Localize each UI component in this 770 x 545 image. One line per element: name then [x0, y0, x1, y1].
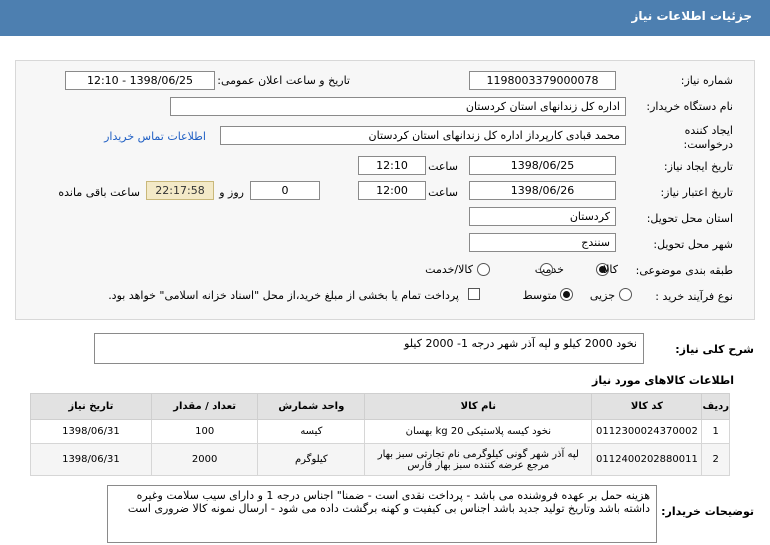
buyer-contact-link[interactable]: اطلاعات تماس خریدار: [104, 130, 206, 143]
row-number: 2: [701, 443, 730, 476]
category-goods-service-label: کالا/خدمت: [425, 263, 473, 276]
creation-time-field[interactable]: 12:10: [358, 156, 426, 175]
col-name-header: نام کالا: [364, 393, 593, 420]
announce-datetime-label: تاریخ و ساعت اعلان عمومی:: [217, 74, 350, 87]
category-goods-service-radio[interactable]: [477, 263, 490, 276]
process-minor-radio[interactable]: [619, 288, 632, 301]
process-medium-label: متوسط: [522, 289, 557, 302]
goods-code: 0112300024370002: [591, 419, 703, 444]
days-label: روز و: [219, 186, 244, 199]
city-label: شهر محل تحویل:: [653, 238, 733, 251]
treasury-payment-note: پرداخت تمام یا بخشی از مبلغ خرید،از محل …: [108, 289, 459, 302]
remaining-days-field[interactable]: 0: [250, 181, 320, 200]
city-field[interactable]: سنندج: [469, 233, 616, 252]
page-header: جزئیات اطلاعات نیاز: [0, 0, 770, 36]
goods-quantity: 100: [150, 419, 259, 444]
validity-date-field[interactable]: 1398/06/26: [469, 181, 616, 200]
validity-time-field[interactable]: 12:00: [358, 181, 426, 200]
goods-name: نخود کیسه پلاستیکی 20 kg بهسان: [364, 419, 593, 444]
col-code-header: کد کالا: [591, 393, 703, 420]
summary-field[interactable]: نخود 2000 کیلو و لپه آذر شهر درجه 1- 200…: [94, 333, 644, 364]
goods-need-date: 1398/06/31: [30, 419, 152, 444]
announce-datetime-field[interactable]: 1398/06/25 - 12:10: [65, 71, 215, 90]
row-number: 1: [701, 419, 730, 444]
goods-unit: کیسه: [257, 419, 366, 444]
col-date-header: تاریخ نیاز: [30, 393, 152, 420]
process-label: نوع فرآیند خرید :: [655, 290, 733, 303]
goods-need-date: 1398/06/31: [30, 443, 152, 476]
creation-time-label: ساعت: [428, 160, 458, 173]
treasury-payment-checkbox[interactable]: [468, 288, 480, 300]
creation-date-field[interactable]: 1398/06/25: [469, 156, 616, 175]
goods-section-title: اطلاعات کالاهای مورد نیاز: [592, 374, 734, 387]
goods-table: ردیف کد کالا نام کالا واحد شمارش تعداد /…: [30, 393, 730, 476]
summary-label: شرح کلی نیاز:: [675, 343, 754, 356]
table-row: 1 0112300024370002 نخود کیسه پلاستیکی 20…: [30, 419, 730, 444]
category-service-label: خدمت: [534, 263, 564, 276]
page-title: جزئیات اطلاعات نیاز: [631, 9, 752, 23]
goods-name: لپه آذر شهر گونی کیلوگرمی نام تجارتی سبز…: [364, 443, 593, 476]
need-number-field[interactable]: 1198003379000078: [469, 71, 616, 90]
buyer-notes-field[interactable]: هزینه حمل بر عهده فروشنده می باشد - پردا…: [107, 485, 657, 543]
goods-table-header: ردیف کد کالا نام کالا واحد شمارش تعداد /…: [30, 393, 730, 420]
category-goods-label: کالا: [603, 263, 618, 276]
remaining-time-label: ساعت باقی مانده: [58, 186, 140, 199]
goods-code: 0112400202880011: [591, 443, 703, 476]
remaining-time-badge: 22:17:58: [146, 181, 214, 200]
col-qty-header: تعداد / مقدار: [150, 393, 259, 420]
goods-unit: کیلوگرم: [257, 443, 366, 476]
validity-date-label: تاریخ اعتبار نیاز:: [660, 186, 733, 199]
col-unit-header: واحد شمارش: [257, 393, 366, 420]
need-number-label: شماره نیاز:: [680, 74, 733, 87]
creation-date-label: تاریخ ایجاد نیاز:: [663, 160, 733, 173]
process-medium-radio[interactable]: [560, 288, 573, 301]
table-row: 2 0112400202880011 لپه آذر شهر گونی کیلو…: [30, 443, 730, 476]
validity-time-label: ساعت: [428, 186, 458, 199]
requester-field[interactable]: محمد قبادی کارپرداز اداره کل زندانهای اس…: [220, 126, 626, 145]
requester-label: ایجاد کننده درخواست:: [683, 124, 733, 151]
process-minor-label: جزیی: [589, 289, 615, 302]
province-label: استان محل تحویل:: [646, 212, 733, 225]
buyer-notes-label: توضیحات خریدار:: [661, 505, 754, 518]
province-field[interactable]: کردستان: [469, 207, 616, 226]
category-label: طبقه بندی موضوعی:: [635, 264, 733, 277]
buyer-org-field[interactable]: اداره کل زندانهای استان کردستان: [170, 97, 626, 116]
buyer-org-label: نام دستگاه خریدار:: [646, 100, 733, 113]
goods-quantity: 2000: [150, 443, 259, 476]
col-row-header: ردیف: [701, 393, 730, 420]
